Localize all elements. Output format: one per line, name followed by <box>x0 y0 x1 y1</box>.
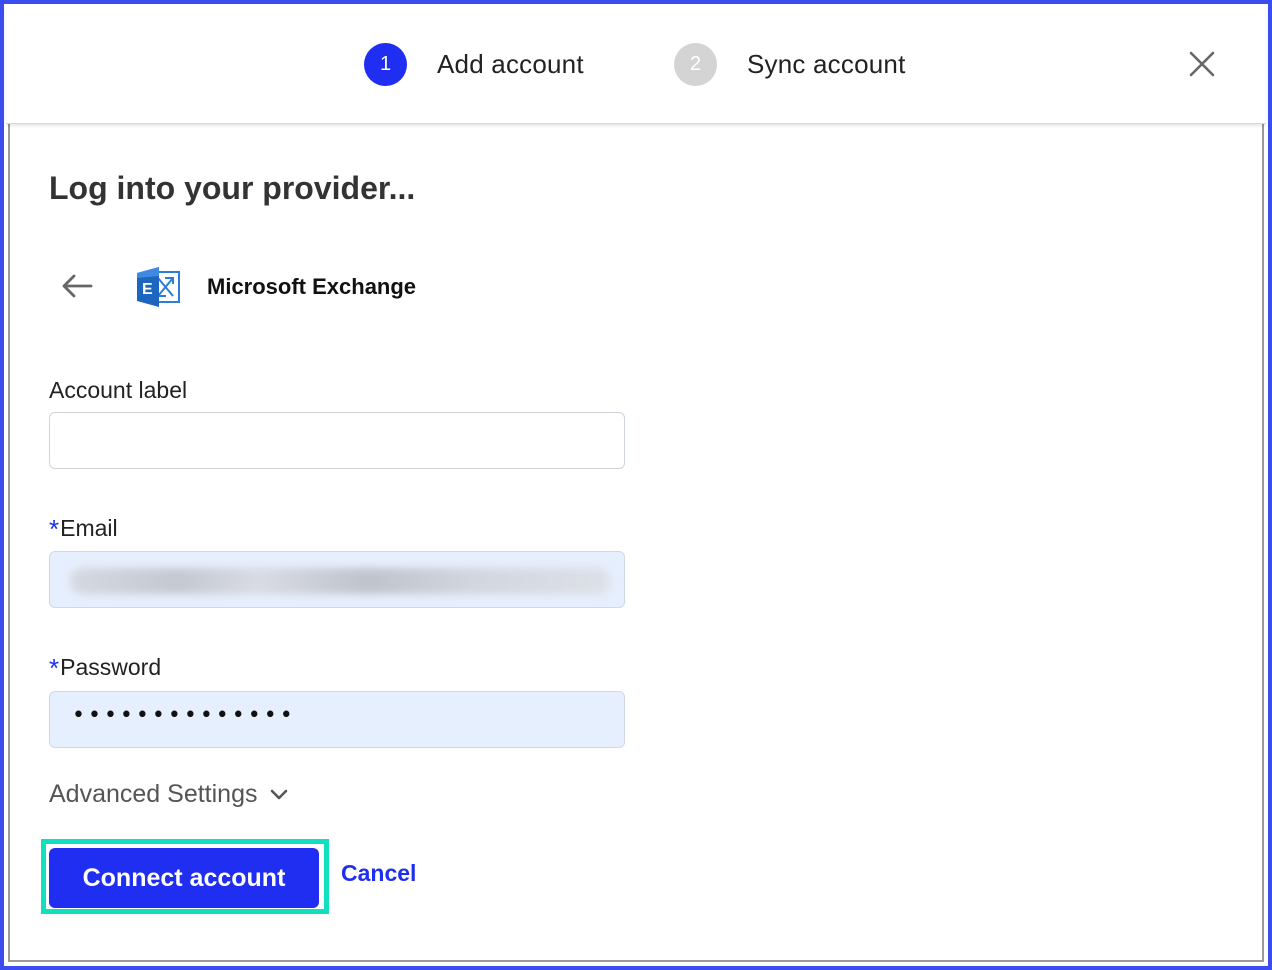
close-icon <box>1189 51 1215 77</box>
back-button[interactable] <box>59 272 95 300</box>
svg-text:E: E <box>142 281 153 298</box>
email-label: *Email <box>49 514 118 545</box>
provider-row: E Microsoft Exchange <box>49 262 649 310</box>
required-asterisk: * <box>49 653 60 683</box>
required-asterisk: * <box>49 514 60 544</box>
step-2-label: Sync account <box>747 48 906 79</box>
step-1-indicator: 1 <box>364 42 407 86</box>
chevron-down-icon <box>271 789 288 799</box>
account-label-input[interactable] <box>49 412 625 469</box>
step-1-label: Add account <box>437 48 584 79</box>
step-add-account: 1 Add account <box>364 42 584 86</box>
password-value: •••••••••••••• <box>72 703 296 728</box>
step-2-indicator: 2 <box>674 42 717 86</box>
advanced-settings-label: Advanced Settings <box>49 780 258 808</box>
close-button[interactable] <box>1184 46 1220 82</box>
microsoft-exchange-icon: E <box>137 267 180 307</box>
page-title: Log into your provider... <box>49 170 416 206</box>
provider-name: Microsoft Exchange <box>207 274 417 299</box>
account-label-label: Account label <box>49 377 188 403</box>
advanced-settings-toggle[interactable]: Advanced Settings <box>49 780 289 809</box>
password-field[interactable]: •••••••••••••• <box>49 691 625 748</box>
password-label-text: Password <box>60 654 162 680</box>
redacted-email-value <box>70 568 610 594</box>
connect-account-button[interactable]: Connect account <box>49 848 319 908</box>
email-field[interactable] <box>49 551 625 608</box>
cancel-link[interactable]: Cancel <box>341 860 416 887</box>
email-label-text: Email <box>60 515 118 541</box>
dialog-frame <box>0 0 1272 970</box>
arrow-left-icon <box>62 274 93 298</box>
step-sync-account: 2 Sync account <box>674 42 906 86</box>
password-label: *Password <box>49 653 161 684</box>
dialog-border <box>8 8 1264 962</box>
stepper-header: 1 Add account 2 Sync account <box>6 6 1266 124</box>
